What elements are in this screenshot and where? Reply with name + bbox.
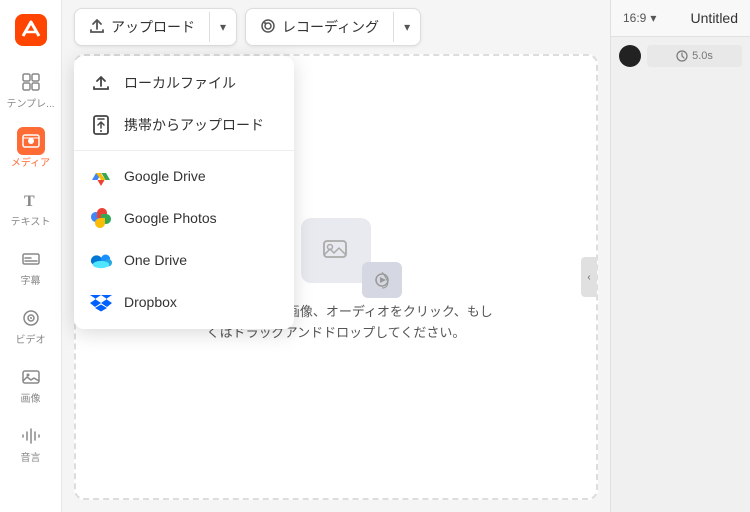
- project-title: Untitled: [691, 10, 738, 26]
- dropdown-item-gdrive[interactable]: Google Drive: [74, 155, 294, 197]
- upload-main-button[interactable]: アップロード: [75, 9, 209, 45]
- dropbox-icon: [90, 291, 112, 313]
- media-icon: [17, 127, 45, 155]
- image-icon: [17, 363, 45, 391]
- gdrive-label: Google Drive: [124, 168, 206, 184]
- upload-dropdown-button[interactable]: ▾: [209, 12, 236, 42]
- collapse-panel-button[interactable]: ‹: [581, 257, 597, 297]
- text-label: テキスト: [11, 217, 51, 229]
- sidebar-item-text[interactable]: T テキスト: [0, 178, 61, 237]
- subtitle-icon: [17, 245, 45, 273]
- gdrive-icon: [90, 165, 112, 187]
- upload-label: アップロード: [111, 17, 195, 37]
- audio-icon: [17, 422, 45, 450]
- mobile-upload-icon: [90, 114, 112, 136]
- sidebar: テンプレ... メディア T テキスト 字幕: [0, 0, 62, 512]
- toolbar: アップロード ▾ レコーディング ▾: [62, 0, 610, 54]
- dropbox-label: Dropbox: [124, 294, 177, 310]
- recording-button-group: レコーディング ▾: [245, 8, 421, 46]
- recording-icon: [260, 18, 276, 37]
- timeline-circle: [619, 45, 641, 67]
- aspect-ratio-button[interactable]: 16:9 ▾: [623, 11, 656, 25]
- gphotos-icon: [90, 207, 112, 229]
- sidebar-item-image[interactable]: 画像: [0, 355, 61, 414]
- text-icon: T: [17, 186, 45, 214]
- sidebar-item-media[interactable]: メディア: [0, 119, 61, 178]
- aspect-ratio-value: 16:9: [623, 11, 646, 25]
- duration-value: 5.0s: [692, 50, 713, 62]
- dropdown-item-mobile[interactable]: 携帯からアップロード: [74, 104, 294, 146]
- right-panel: 16:9 ▾ Untitled 5.0s: [610, 0, 750, 512]
- sidebar-item-audio[interactable]: 音言: [0, 414, 61, 473]
- template-label: テンプレ...: [6, 99, 54, 111]
- subtitle-label: 字幕: [21, 276, 41, 288]
- recording-main-button[interactable]: レコーディング: [246, 9, 393, 45]
- onedrive-icon: [90, 249, 112, 271]
- right-panel-header: 16:9 ▾ Untitled: [611, 0, 750, 37]
- clock-icon: [676, 50, 688, 62]
- upload-button-group: アップロード ▾: [74, 8, 237, 46]
- timeline-block[interactable]: 5.0s: [647, 45, 742, 67]
- image-label: 画像: [21, 394, 41, 406]
- local-file-label: ローカルファイル: [124, 73, 236, 93]
- template-icon: [17, 68, 45, 96]
- onedrive-label: One Drive: [124, 252, 187, 268]
- recording-label: レコーディング: [282, 17, 379, 37]
- gphotos-label: Google Photos: [124, 210, 217, 226]
- upload-dropdown-menu: ローカルファイル 携帯からアップロード: [74, 56, 294, 329]
- upload-arrow-icon: [89, 18, 105, 37]
- audio-label: 音言: [21, 453, 41, 465]
- sidebar-item-template[interactable]: テンプレ...: [0, 60, 61, 119]
- sidebar-item-video[interactable]: ビデオ: [0, 296, 61, 355]
- main-area: アップロード ▾ レコーディング ▾: [62, 0, 610, 512]
- recording-dropdown-button[interactable]: ▾: [393, 12, 420, 42]
- dropdown-item-local[interactable]: ローカルファイル: [74, 62, 294, 104]
- dropdown-divider: [74, 150, 294, 151]
- mobile-upload-label: 携帯からアップロード: [124, 115, 264, 135]
- media-placeholder-icon: [286, 210, 386, 290]
- aspect-ratio-chevron-icon: ▾: [650, 11, 656, 25]
- dropdown-item-dropbox[interactable]: Dropbox: [74, 281, 294, 323]
- dropdown-item-onedrive[interactable]: One Drive: [74, 239, 294, 281]
- media-sub-icon: [362, 262, 402, 298]
- video-label: ビデオ: [16, 335, 46, 347]
- media-label: メディア: [11, 158, 50, 170]
- local-file-icon: [90, 72, 112, 94]
- timeline-row: 5.0s: [619, 45, 742, 67]
- sidebar-item-subtitle[interactable]: 字幕: [0, 237, 61, 296]
- svg-text:T: T: [24, 193, 35, 210]
- dropdown-item-gphotos[interactable]: Google Photos: [74, 197, 294, 239]
- timeline-area: 5.0s: [611, 37, 750, 512]
- video-icon: [17, 304, 45, 332]
- media-main-icon: [301, 218, 371, 283]
- app-logo[interactable]: [9, 8, 53, 52]
